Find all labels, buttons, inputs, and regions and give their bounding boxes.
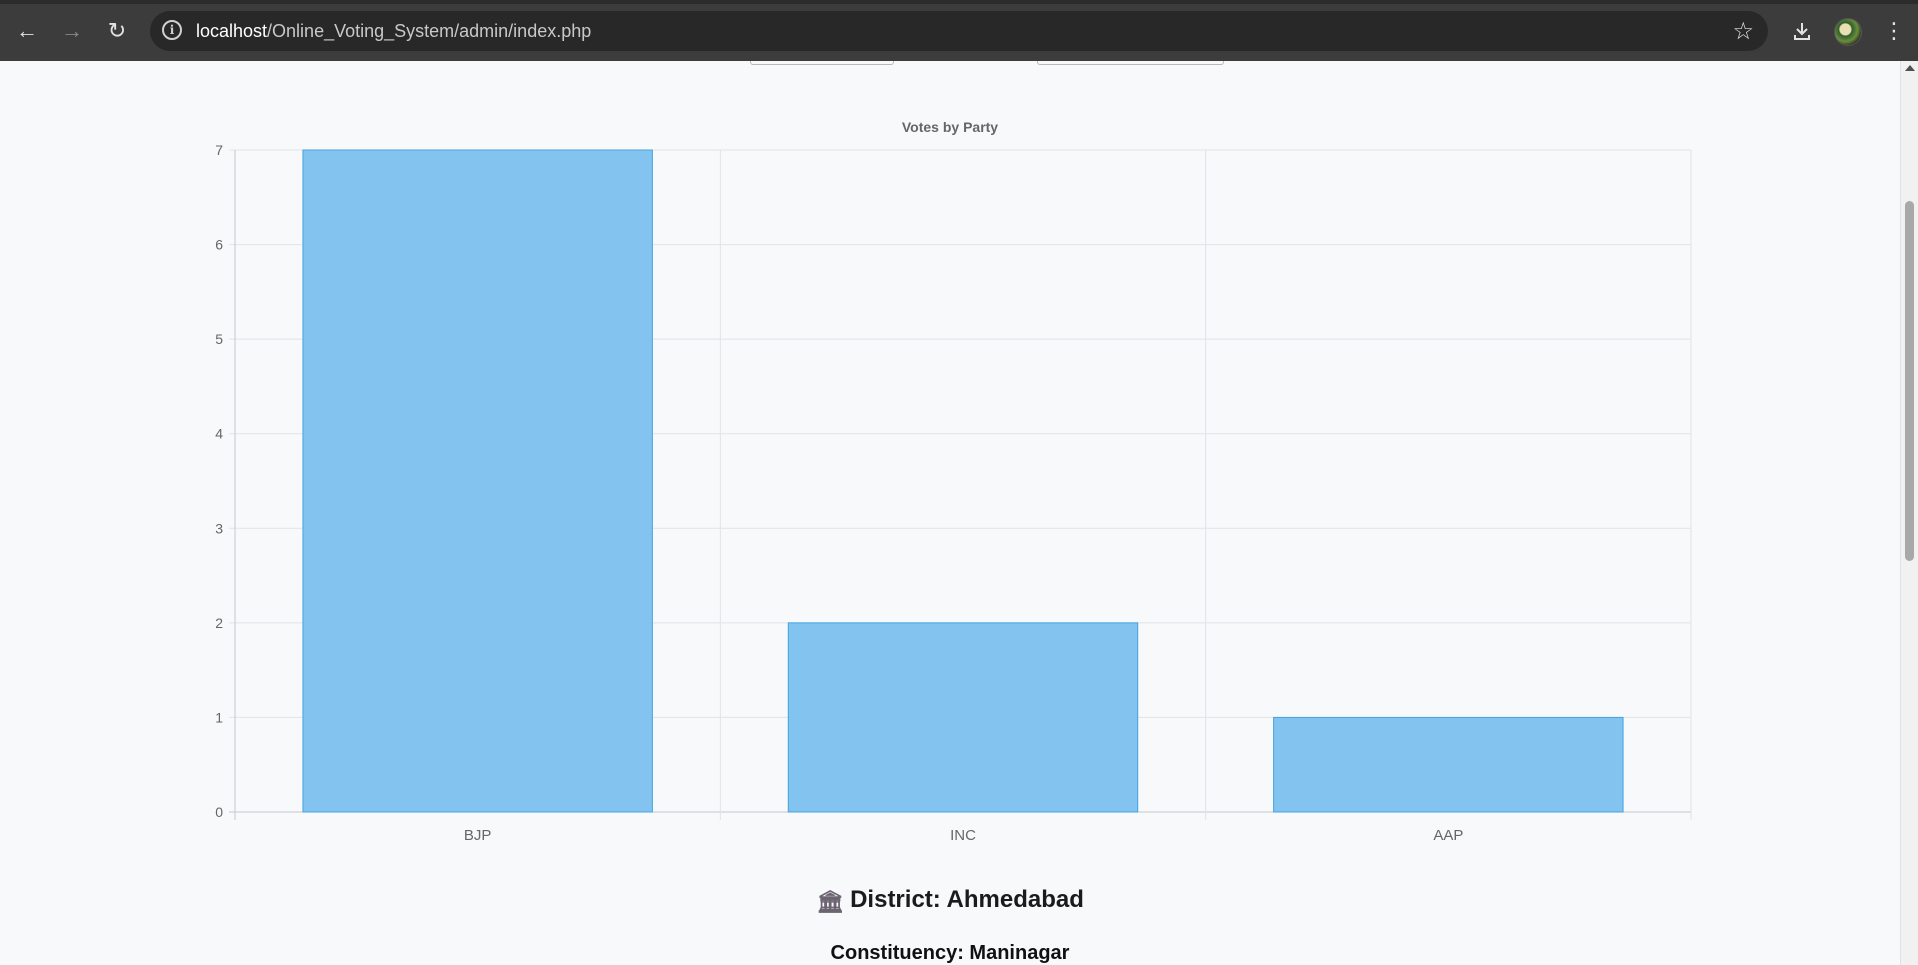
tab-strip-edge <box>0 0 1918 4</box>
district-label: District: Ahmedabad <box>850 886 1084 913</box>
site-info-icon[interactable]: i <box>162 20 182 40</box>
url-host: localhost <box>196 21 268 41</box>
bar-aap <box>1273 716 1624 813</box>
x-tick-label: AAP <box>1433 827 1463 844</box>
kebab-menu-icon[interactable]: ⋮ <box>1878 15 1910 47</box>
x-tick-label: INC <box>950 827 976 844</box>
y-tick-label: 1 <box>215 709 223 725</box>
download-glyph <box>1794 23 1810 40</box>
y-tick-label: 7 <box>215 142 223 158</box>
reload-icon[interactable]: ↻ <box>101 15 133 47</box>
page-scrollbar[interactable] <box>1900 61 1918 965</box>
chart-title: Votes by Party <box>902 119 998 135</box>
address-bar[interactable]: i localhost/Online_Voting_System/admin/i… <box>150 11 1768 51</box>
y-tick-label: 3 <box>215 520 223 536</box>
page-content: Votes by Party 0 1 2 3 4 5 6 7 BJP INC AAP 🏛 Distr… <box>0 61 1900 965</box>
y-tick-label: 2 <box>215 615 223 631</box>
scroll-up-arrow-icon[interactable] <box>1905 65 1915 71</box>
star-icon[interactable]: ☆ <box>1732 17 1754 46</box>
url-path: /Online_Voting_System/admin/index.php <box>267 21 592 41</box>
scroll-thumb[interactable] <box>1905 201 1914 561</box>
bar-inc <box>787 622 1139 813</box>
bar-bjp <box>302 149 653 813</box>
votes-chart-svg: Votes by Party 0 1 2 3 4 5 6 7 BJP INC AAP <box>215 119 1692 844</box>
y-tick-label: 4 <box>215 426 223 442</box>
votes-chart: Votes by Party 0 1 2 3 4 5 6 7 BJP INC AAP <box>0 61 1900 851</box>
url-text[interactable]: localhost/Online_Voting_System/admin/ind… <box>196 21 591 42</box>
y-tick-label: 5 <box>215 331 223 347</box>
browser-toolbar: ← → ↻ i localhost/Online_Voting_System/a… <box>0 0 1918 61</box>
download-icon[interactable] <box>1786 15 1818 47</box>
y-axis-ticks: 0 1 2 3 4 5 6 7 <box>215 142 223 820</box>
district-heading: 🏛 District: Ahmedabad <box>0 886 1900 914</box>
x-tick-label: BJP <box>464 827 492 844</box>
constituency-heading: Constituency: Maninagar <box>830 942 1070 964</box>
back-arrow-icon[interactable]: ← <box>11 15 43 47</box>
y-tick-label: 0 <box>215 804 223 820</box>
chart-bars <box>302 149 1624 813</box>
profile-avatar[interactable] <box>1834 18 1862 46</box>
forward-arrow-icon[interactable]: → <box>56 15 88 47</box>
x-axis-ticks: BJP INC AAP <box>464 827 1463 844</box>
y-tick-label: 6 <box>215 237 223 253</box>
classical-building-icon: 🏛 <box>816 889 845 914</box>
